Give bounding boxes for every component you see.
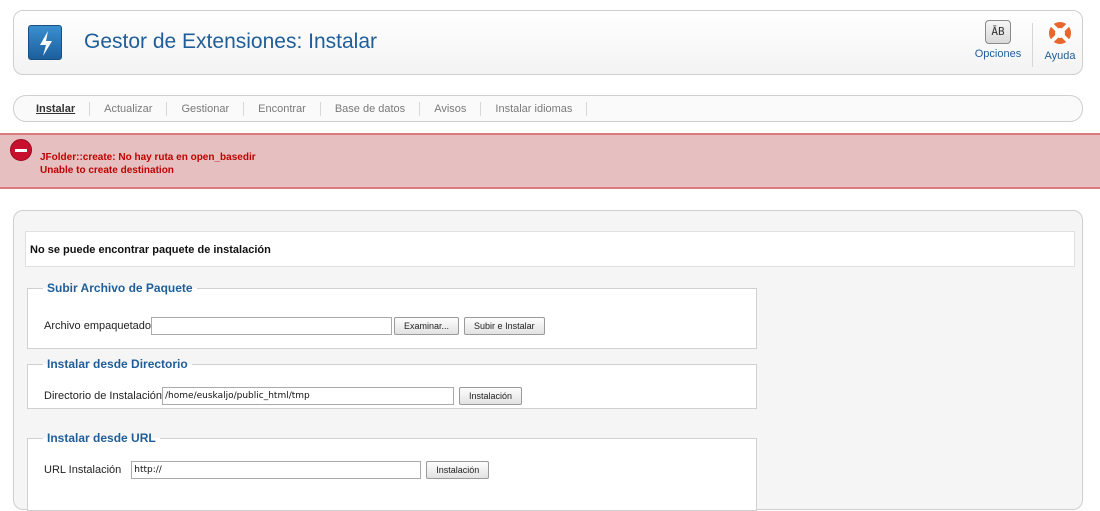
notice-box: No se puede encontrar paquete de instala… [25, 231, 1075, 267]
install-panel: No se puede encontrar paquete de instala… [13, 210, 1083, 511]
tab-encontrar[interactable]: Encontrar [244, 101, 321, 116]
options-label: Opciones [974, 48, 1022, 60]
submenu-tabs: Instalar Actualizar Gestionar Encontrar … [13, 95, 1083, 122]
help-label: Ayuda [1044, 50, 1076, 62]
options-icon: ĀB [985, 20, 1011, 44]
directory-install-button[interactable]: Instalación [459, 387, 523, 405]
package-file-input[interactable] [151, 317, 393, 335]
lightning-icon [28, 25, 62, 60]
directory-label: Directorio de Instalación [44, 390, 163, 402]
page-title: Gestor de Extensiones: Instalar [84, 30, 377, 53]
tab-instalar-idiomas[interactable]: Instalar idiomas [481, 101, 588, 116]
directory-legend: Instalar desde Directorio [47, 357, 188, 371]
stop-icon [10, 139, 32, 161]
url-install-button[interactable]: Instalación [426, 461, 490, 479]
tab-actualizar[interactable]: Actualizar [90, 101, 168, 116]
page-header: Gestor de Extensiones: Instalar ĀB Opcio… [13, 10, 1083, 75]
tab-gestionar[interactable]: Gestionar [167, 101, 245, 116]
browse-button[interactable]: Examinar... [394, 317, 460, 335]
url-legend: Instalar desde URL [47, 431, 156, 445]
options-button[interactable]: ĀB Opciones [972, 20, 1024, 60]
lifebuoy-icon [1047, 20, 1073, 46]
error-line-2: Unable to create destination [40, 165, 174, 176]
notice-text: No se puede encontrar paquete de instala… [30, 244, 271, 256]
url-label: URL Instalación [44, 464, 122, 476]
install-directory-input[interactable] [162, 387, 455, 405]
tab-instalar[interactable]: Instalar [26, 101, 91, 116]
error-message: JFolder::create: No hay ruta en open_bas… [0, 133, 1100, 189]
tab-base-de-datos[interactable]: Base de datos [321, 101, 421, 116]
help-button[interactable]: Ayuda [1040, 20, 1080, 62]
upload-package-fieldset: Subir Archivo de Paquete Archivo empaque… [27, 281, 757, 349]
upload-label: Archivo empaquetado [44, 320, 152, 332]
install-url-fieldset: Instalar desde URL URL Instalación Insta… [27, 431, 757, 511]
upload-legend: Subir Archivo de Paquete [47, 281, 193, 295]
error-line-1: JFolder::create: No hay ruta en open_bas… [40, 152, 256, 163]
install-url-input[interactable] [131, 461, 422, 479]
toolbar-divider [1032, 23, 1033, 67]
upload-install-button[interactable]: Subir e Instalar [464, 317, 545, 335]
install-directory-fieldset: Instalar desde Directorio Directorio de … [27, 357, 757, 409]
tab-avisos[interactable]: Avisos [420, 101, 482, 116]
